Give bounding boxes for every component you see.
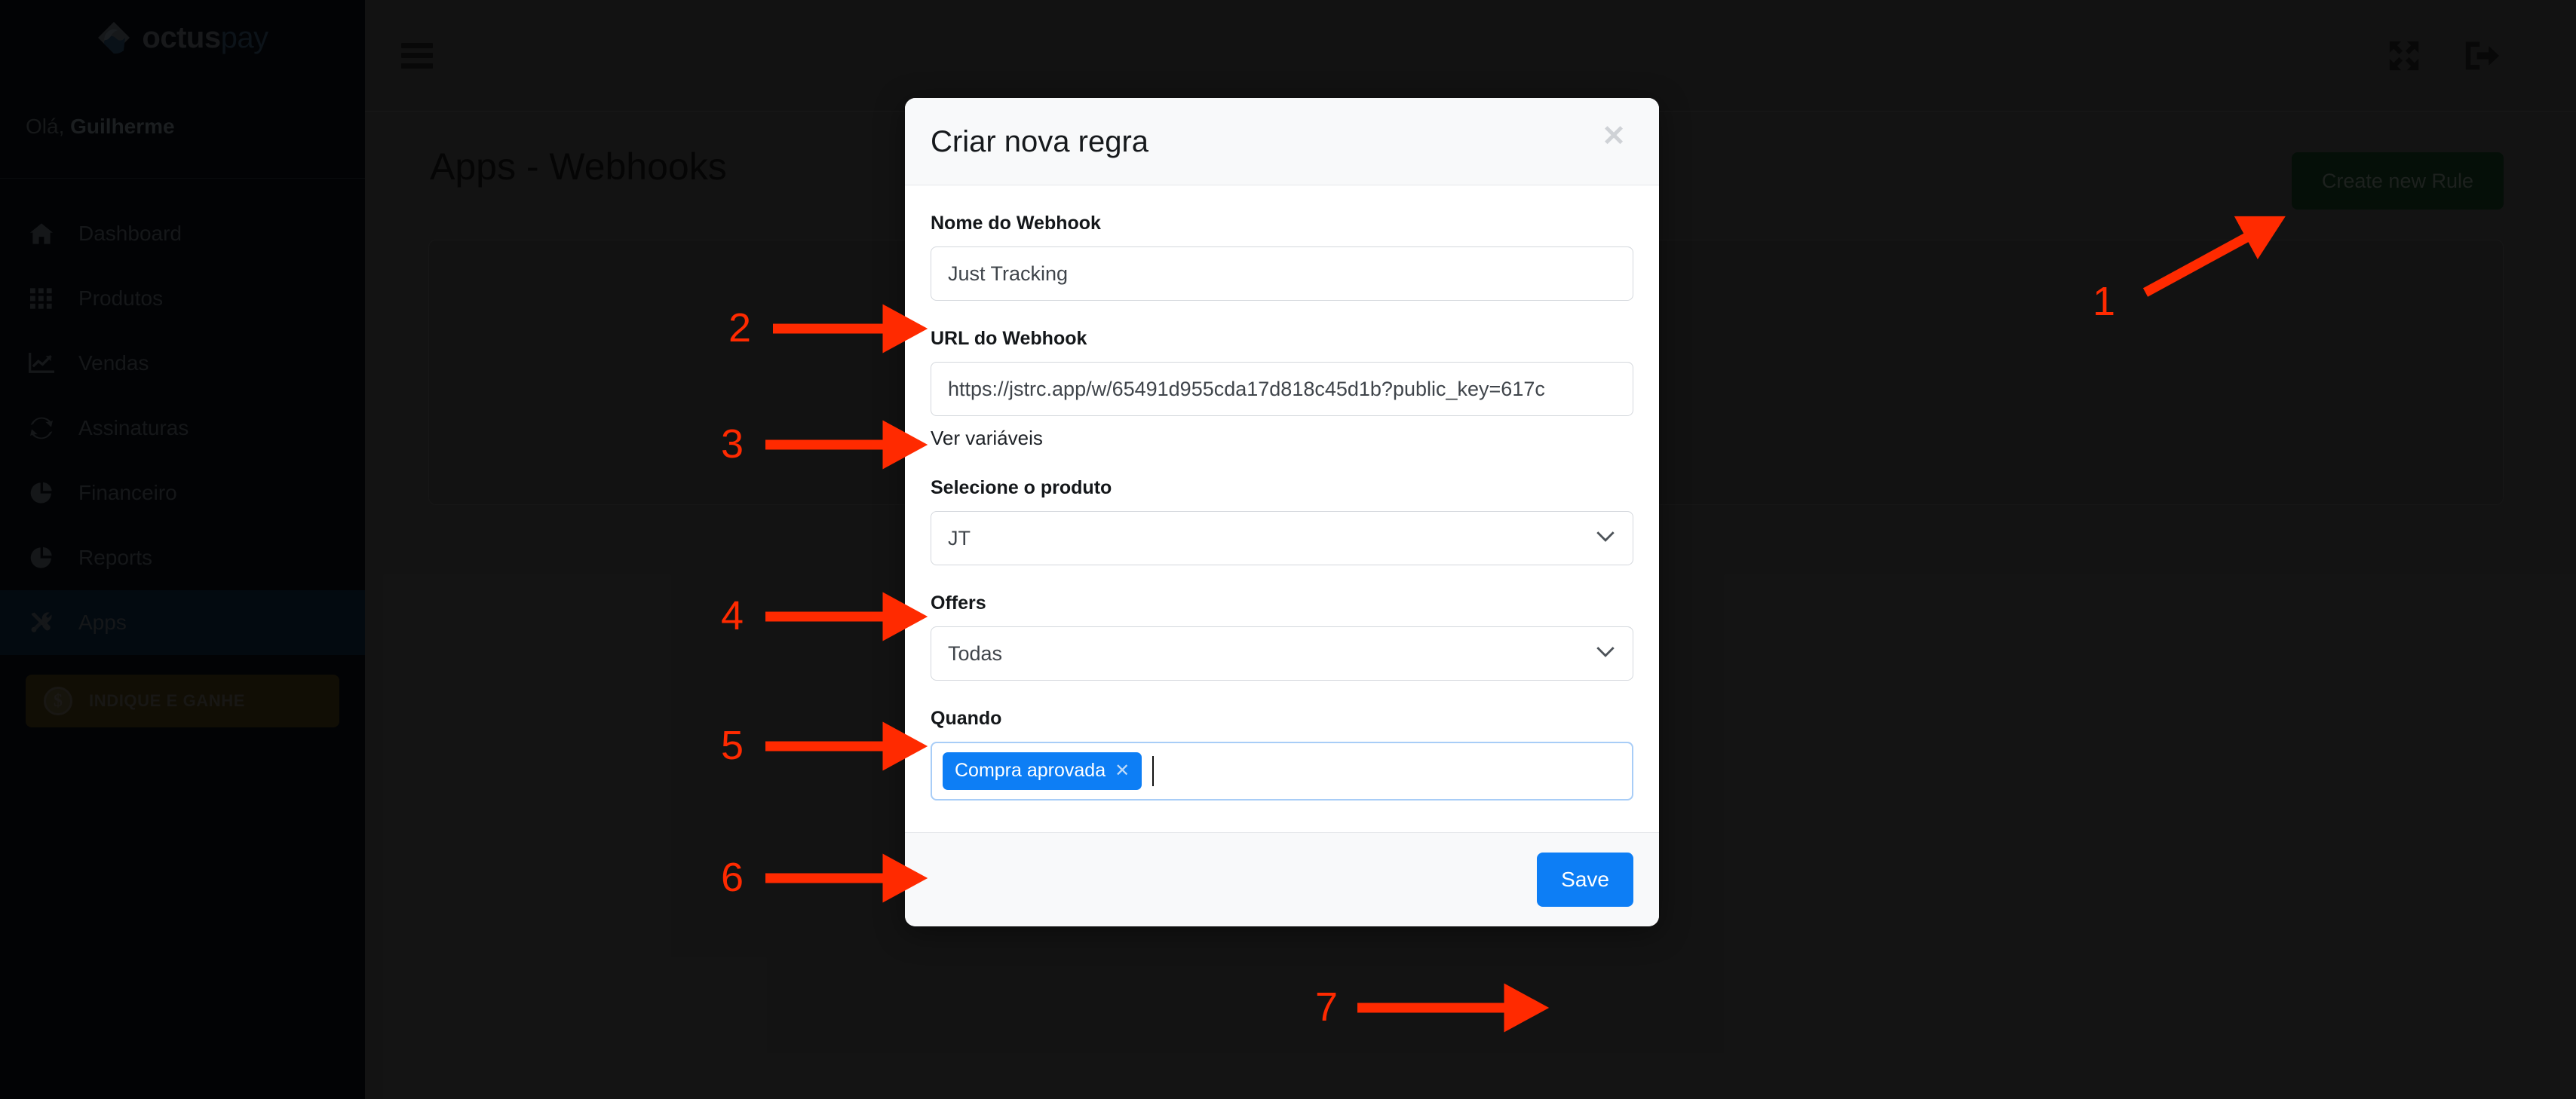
field-offers-select: Offers bbox=[931, 592, 1633, 681]
tag-chip[interactable]: Compra aprovada ✕ bbox=[943, 752, 1142, 790]
field-webhook-name: Nome do Webhook bbox=[931, 213, 1633, 301]
when-label: Quando bbox=[931, 708, 1002, 729]
product-select-wrap bbox=[931, 511, 1633, 565]
webhook-name-label: Nome do Webhook bbox=[931, 213, 1101, 234]
save-button[interactable]: Save bbox=[1537, 853, 1633, 907]
view-variables-link[interactable]: Ver variáveis bbox=[931, 427, 1633, 450]
modal-header: Criar nova regra ✕ bbox=[905, 98, 1659, 185]
field-when-tags: Quando Compra aprovada ✕ bbox=[931, 708, 1633, 801]
text-cursor bbox=[1152, 756, 1155, 786]
close-icon[interactable]: ✕ bbox=[1115, 760, 1130, 782]
product-select-label: Selecione o produto bbox=[931, 477, 1112, 498]
offers-select[interactable] bbox=[931, 626, 1633, 681]
field-product-select: Selecione o produto bbox=[931, 477, 1633, 565]
modal-title: Criar nova regra bbox=[931, 125, 1149, 158]
tag-label: Compra aprovada bbox=[955, 760, 1106, 781]
modal-footer: Save bbox=[905, 832, 1659, 926]
create-rule-modal: Criar nova regra ✕ Nome do Webhook URL d… bbox=[905, 98, 1659, 926]
offers-select-wrap bbox=[931, 626, 1633, 681]
webhook-url-label: URL do Webhook bbox=[931, 328, 1087, 349]
modal-body: Nome do Webhook URL do Webhook Ver variá… bbox=[905, 185, 1659, 832]
product-select[interactable] bbox=[931, 511, 1633, 565]
offers-select-label: Offers bbox=[931, 592, 986, 614]
webhook-url-input[interactable] bbox=[931, 362, 1633, 416]
webhook-name-input[interactable] bbox=[931, 246, 1633, 301]
when-tag-input[interactable]: Compra aprovada ✕ bbox=[931, 742, 1633, 801]
close-icon[interactable]: ✕ bbox=[1602, 122, 1626, 151]
field-webhook-url: URL do Webhook Ver variáveis bbox=[931, 328, 1633, 450]
app-root: octuspay Olá, Guilherme Dashboard bbox=[0, 0, 2576, 1099]
